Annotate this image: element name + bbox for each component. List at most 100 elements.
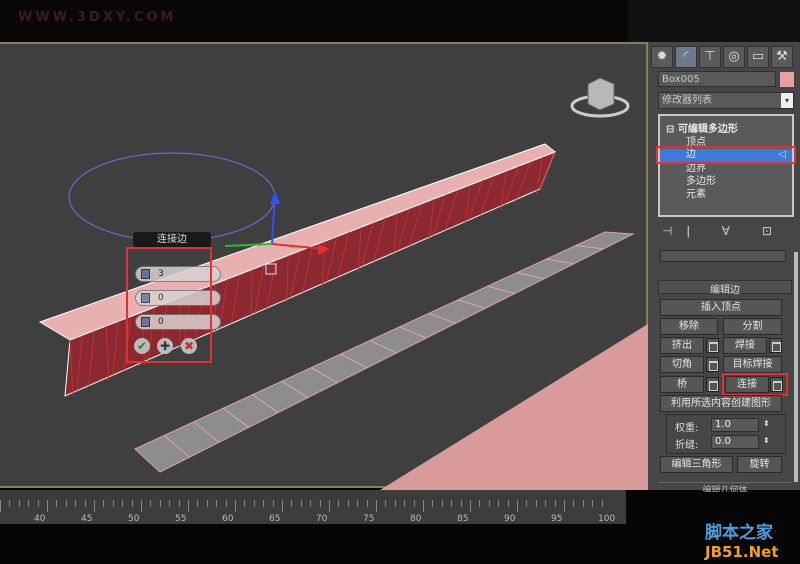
timeline-tick	[488, 500, 490, 507]
timeline-tick	[564, 500, 565, 512]
stack-item-border[interactable]: 边界	[686, 163, 706, 175]
timeline-tick	[0, 500, 1, 512]
bridge-settings-icon[interactable]	[706, 377, 719, 392]
modify-icon[interactable]: ◜	[675, 46, 697, 68]
timeline-tick	[300, 500, 302, 507]
caddy-title: 连接边	[133, 232, 211, 248]
timeline-label: 100	[598, 514, 616, 524]
timeline-tick	[347, 500, 349, 507]
timeline-tick	[385, 500, 387, 507]
object-color-swatch[interactable]	[780, 72, 794, 87]
weight-crease-group: 权重: 1.0 ⬍ 折缝: 0.0 ⬍	[666, 414, 786, 454]
watermark: WWW.3DXY.COM	[18, 10, 177, 25]
timeline-tick	[225, 500, 227, 507]
timeline-tick	[178, 500, 180, 507]
remove-button[interactable]: 移除	[660, 318, 718, 335]
timeline-label: 95	[551, 514, 563, 524]
panel-scrollbar[interactable]	[794, 252, 798, 482]
timeline-tick	[122, 500, 124, 507]
timeline-tick	[404, 500, 406, 507]
timeline-tick	[188, 500, 189, 512]
extrude-button[interactable]: 挤出	[660, 337, 704, 354]
timeline-tick	[253, 500, 255, 507]
weight-spinner[interactable]: ⬍	[763, 419, 770, 428]
timeline-tick	[272, 500, 274, 507]
stack-item-polygon[interactable]: 多边形	[686, 176, 716, 188]
timeline-label: 65	[269, 514, 281, 524]
timeline-label: 50	[128, 514, 140, 524]
utilities-icon[interactable]: ⚒	[771, 46, 793, 68]
pink-object-lower	[380, 324, 648, 490]
timeline-tick	[601, 500, 603, 507]
stack-root[interactable]: ⊟ 可编辑多边形	[666, 124, 738, 136]
weld-settings-icon[interactable]	[769, 338, 782, 353]
stack-tools[interactable]: ⊣ǀ ∀ ⊡	[662, 224, 792, 238]
create-shape-button[interactable]: 利用所选内容创建图形	[660, 395, 782, 412]
top-right-bar	[628, 0, 800, 42]
timeline-label: 70	[316, 514, 328, 524]
timeline-tick	[554, 500, 556, 507]
weld-button[interactable]: 焊接	[723, 337, 767, 354]
timeline-tick	[169, 500, 171, 507]
timeline-label: 55	[175, 514, 187, 524]
timeline-tick	[28, 500, 30, 507]
crease-input[interactable]: 0.0	[711, 435, 759, 449]
timeline-tick	[526, 500, 528, 507]
next-rollout-header[interactable]: 编辑几何体	[658, 482, 792, 492]
partial-button[interactable]	[660, 250, 786, 262]
timeline-ruler[interactable]: 40 45 50 55 60 65 70 75 80 85 90 95 100	[0, 490, 626, 524]
timeline-tick	[460, 500, 462, 507]
timeline-tick	[366, 500, 368, 507]
timeline-tick	[206, 500, 208, 507]
logo-line1: 脚本之家	[705, 523, 773, 543]
motion-icon[interactable]: ◎	[723, 46, 745, 68]
timeline-tick	[329, 500, 330, 512]
weight-input[interactable]: 1.0	[711, 418, 759, 432]
timeline-tick	[423, 500, 424, 512]
chamfer-settings-icon[interactable]	[706, 357, 719, 372]
modifier-list-dropdown[interactable]: 修改器列表 ▾	[658, 92, 794, 109]
hierarchy-icon[interactable]: ⊤	[699, 46, 721, 68]
timeline-tick	[131, 500, 133, 507]
timeline-tick	[197, 500, 199, 507]
modifier-stack: ⊟ 可编辑多边形 顶点 边 ◁ 边界 多边形 元素	[658, 114, 794, 217]
weight-label: 权重:	[675, 423, 699, 434]
edit-triangulation-button[interactable]: 编辑三角形	[660, 456, 733, 473]
timeline-tick	[517, 500, 518, 512]
turn-button[interactable]: 旋转	[737, 456, 782, 473]
extrude-settings-icon[interactable]	[706, 338, 719, 353]
crease-spinner[interactable]: ⬍	[763, 436, 770, 445]
stack-item-element[interactable]: 元素	[686, 189, 706, 201]
target-weld-button[interactable]: 目标焊接	[723, 356, 782, 373]
timeline-tick	[376, 500, 377, 512]
timeline-tick	[545, 500, 547, 507]
chamfer-button[interactable]: 切角	[660, 356, 704, 373]
insert-vertex-button[interactable]: 插入顶点	[660, 299, 782, 316]
object-name-input[interactable]: Box005	[658, 71, 776, 87]
bridge-button[interactable]: 桥	[660, 376, 704, 393]
timeline-tick	[141, 500, 142, 512]
rollout-header[interactable]: 编辑边	[658, 280, 792, 296]
timeline-tick	[56, 500, 58, 507]
scene	[38, 77, 648, 490]
split-button[interactable]: 分割	[723, 318, 782, 335]
command-panel: ✹ ◜ ⊤ ◎ ▭ ⚒ Box005 修改器列表 ▾ ⊟ 可编辑多边形 顶点 边 ◁…	[648, 42, 800, 492]
timeline-tick	[37, 500, 39, 507]
circle-shape	[68, 152, 276, 242]
create-icon[interactable]: ✹	[651, 46, 673, 68]
site-logo: 脚本之家 JB51.Net	[705, 518, 778, 561]
timeline-tick	[150, 500, 152, 507]
timeline-tick	[451, 500, 453, 507]
perspective-viewport[interactable]: 连接边 3 0 0 ✔ ✚ ✖	[0, 42, 648, 490]
timeline-tick	[159, 500, 161, 507]
timeline-tick	[103, 500, 105, 507]
timeline-tick	[263, 500, 265, 507]
timeline-label: 60	[222, 514, 234, 524]
timeline-tick	[338, 500, 340, 507]
timeline-label: 80	[410, 514, 422, 524]
timeline-tick	[535, 500, 537, 507]
display-icon[interactable]: ▭	[747, 46, 769, 68]
timeline-tick	[112, 500, 114, 507]
timeline-label: 75	[363, 514, 375, 524]
timeline-tick	[216, 500, 218, 507]
